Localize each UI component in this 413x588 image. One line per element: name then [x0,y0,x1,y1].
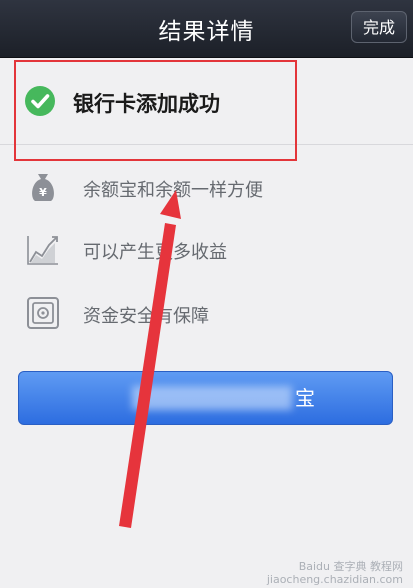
annotation-arrow [119,190,181,528]
watermark-line-2: jiaocheng.chazidian.com [266,573,403,586]
watermark-line-1: Baidu 查字典 教程网 [298,560,403,573]
watermark: Baidu 查字典 教程网 jiaocheng.chazidian.com [267,560,403,586]
